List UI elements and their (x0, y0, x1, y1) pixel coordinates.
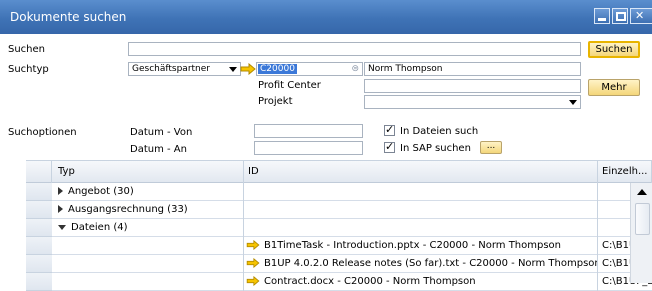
results-grid: Typ ID Einzelh... Angebot (30) Ausgangsr… (26, 160, 652, 291)
link-arrow-icon[interactable] (246, 258, 260, 268)
link-arrow-icon[interactable] (240, 63, 256, 75)
id-text: B1TimeTask - Introduction.pptx - C20000 … (264, 240, 562, 251)
search-input[interactable] (128, 42, 581, 56)
empty-cell (52, 237, 244, 255)
empty-cell (244, 183, 598, 201)
date-from-label: Datum - Von (130, 127, 193, 138)
minimize-icon[interactable] (594, 8, 610, 24)
chevron-down-icon (569, 100, 577, 105)
close-icon[interactable] (630, 8, 652, 24)
row-header (26, 255, 52, 273)
table-row[interactable]: B1TimeTask - Introduction.pptx - C20000 … (26, 237, 652, 255)
table-row[interactable]: Contract.docx - C20000 - Norm Thompson C… (26, 273, 652, 291)
link-arrow-icon[interactable] (246, 276, 260, 286)
group-label-cell: Angebot (30) (52, 183, 244, 201)
row-header (26, 273, 52, 291)
date-to-label: Datum - An (130, 144, 187, 155)
bp-code-field[interactable]: C20000 ⊜ (256, 62, 363, 76)
profit-center-label: Profit Center (258, 80, 321, 91)
id-cell: B1TimeTask - Introduction.pptx - C20000 … (244, 237, 598, 255)
maximize-icon[interactable] (612, 8, 628, 24)
id-text: B1UP 4.0.2.0 Release notes (So far).txt … (264, 258, 598, 269)
group-row[interactable]: Ausgangsrechnung (33) (26, 201, 652, 219)
scroll-up-icon[interactable] (637, 189, 647, 195)
search-button[interactable]: Suchen (588, 41, 640, 58)
vertical-scrollbar[interactable] (630, 183, 652, 283)
choose-list-icon[interactable]: ⊜ (351, 63, 359, 75)
column-header-id[interactable]: ID (244, 161, 598, 183)
empty-cell (244, 219, 598, 237)
window-title: Dokumente suchen (10, 10, 127, 24)
in-sap-label: In SAP suchen (400, 143, 471, 154)
options-label: Suchoptionen (8, 127, 77, 138)
searchtype-label: Suchtyp (8, 64, 49, 75)
group-label-cell: Ausgangsrechnung (33) (52, 201, 244, 219)
row-header (26, 237, 52, 255)
profit-center-field[interactable] (364, 79, 581, 93)
group-row[interactable]: Dateien (4) (26, 219, 652, 237)
date-from-field[interactable] (254, 124, 363, 138)
collapse-arrow-icon[interactable] (58, 224, 66, 230)
column-header-type[interactable]: Typ (52, 161, 244, 183)
in-files-checkbox[interactable] (384, 123, 395, 136)
expand-arrow-icon[interactable] (58, 205, 63, 213)
title-bar: Dokumente suchen (0, 0, 652, 34)
date-to-field[interactable] (254, 141, 363, 155)
in-sap-checkbox[interactable] (384, 140, 395, 153)
group-label: Angebot (30) (68, 186, 134, 197)
id-cell: B1UP 4.0.2.0 Release notes (So far).txt … (244, 255, 598, 273)
row-header (26, 183, 52, 201)
id-cell: Contract.docx - C20000 - Norm Thompson (244, 273, 598, 291)
scroll-thumb[interactable] (635, 203, 650, 235)
row-header (26, 201, 52, 219)
searchtype-select[interactable]: Geschäftspartner (128, 62, 241, 76)
group-row[interactable]: Angebot (30) (26, 183, 652, 201)
empty-cell (52, 273, 244, 291)
column-header-detail[interactable]: Einzelh... (598, 161, 652, 183)
in-sap-options-button[interactable]: ... (480, 141, 502, 154)
expand-arrow-icon[interactable] (58, 187, 63, 195)
bp-name-field[interactable]: Norm Thompson (364, 62, 581, 76)
link-arrow-icon[interactable] (246, 240, 260, 250)
empty-cell (52, 255, 244, 273)
more-button[interactable]: Mehr (588, 79, 640, 96)
group-label: Ausgangsrechnung (33) (68, 204, 188, 215)
in-files-label: In Dateien such (400, 126, 479, 137)
bp-code-value: C20000 (258, 64, 297, 74)
chevron-down-icon (229, 67, 237, 72)
search-label: Suchen (8, 44, 46, 55)
group-label-cell: Dateien (4) (52, 219, 244, 237)
row-header-corner (26, 161, 52, 183)
grid-header: Typ ID Einzelh... (26, 161, 652, 183)
project-select[interactable] (364, 95, 581, 109)
row-header (26, 219, 52, 237)
id-text: Contract.docx - C20000 - Norm Thompson (264, 276, 476, 287)
project-label: Projekt (258, 96, 293, 107)
searchtype-selected: Geschäftspartner (132, 64, 210, 74)
table-row[interactable]: B1UP 4.0.2.0 Release notes (So far).txt … (26, 255, 652, 273)
empty-cell (244, 201, 598, 219)
group-label: Dateien (4) (71, 222, 128, 233)
